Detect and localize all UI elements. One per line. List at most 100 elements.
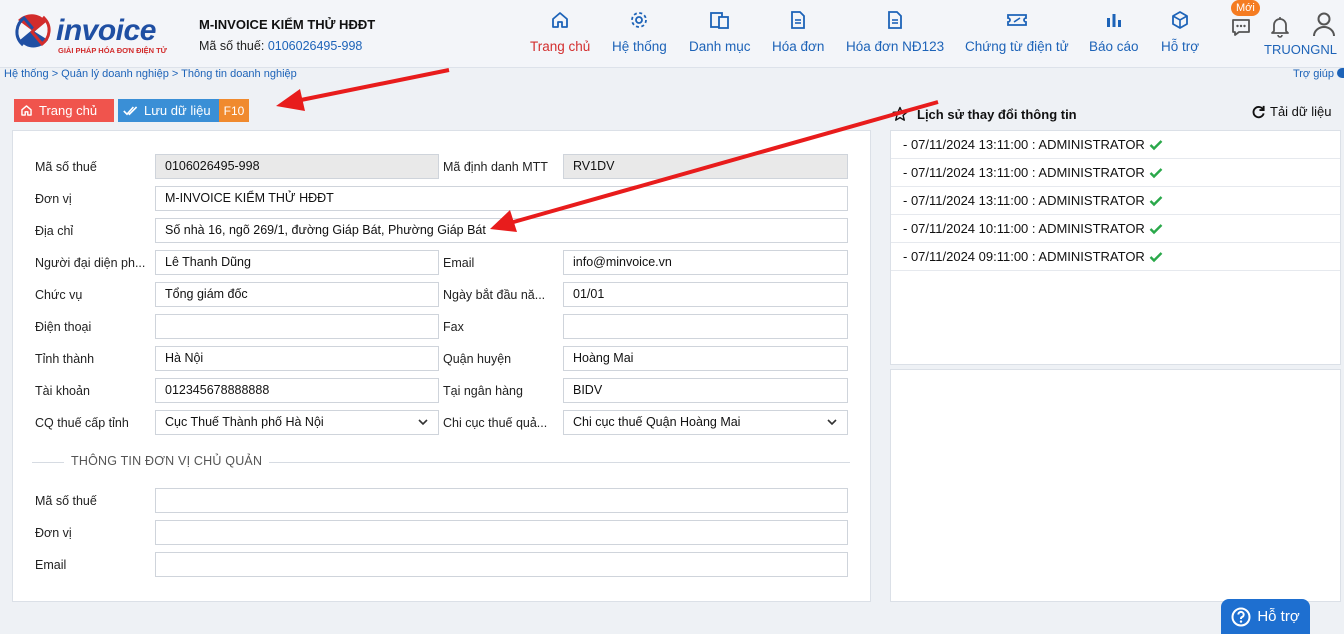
- invoice-icon: [888, 11, 902, 29]
- bank-field[interactable]: BIDV: [563, 378, 848, 403]
- parent-email-field[interactable]: [155, 552, 848, 577]
- parent-tax-code-label: Mã số thuế: [35, 494, 97, 508]
- chat-icon: [1232, 19, 1250, 36]
- parent-unit-section-title: THÔNG TIN ĐƠN VỊ CHỦ QUẢN: [64, 454, 270, 468]
- position-field[interactable]: Tổng giám đốc: [155, 282, 439, 307]
- save-shortcut-key: F10: [219, 99, 249, 122]
- history-item[interactable]: - 07/11/2024 13:11:00 : ADMINISTRATOR: [891, 187, 1340, 215]
- home-button[interactable]: Trang chủ: [14, 99, 114, 122]
- start-date-label: Ngày bắt đầu nă...: [443, 288, 546, 302]
- history-item[interactable]: - 07/11/2024 13:11:00 : ADMINISTRATOR: [891, 131, 1340, 159]
- nav-invoice[interactable]: Hóa đơn: [772, 10, 824, 54]
- history-title: Lịch sử thay đổi thông tin: [917, 107, 1077, 122]
- start-date-field[interactable]: 01/01: [563, 282, 848, 307]
- logo-mark-icon: [15, 14, 51, 48]
- representative-field[interactable]: Lê Thanh Dũng: [155, 250, 439, 275]
- address-field[interactable]: Số nhà 16, ngõ 269/1, đường Giáp Bát, Ph…: [155, 218, 848, 243]
- chat-button[interactable]: [1230, 16, 1252, 41]
- email-label: Email: [443, 256, 475, 270]
- history-item[interactable]: - 07/11/2024 09:11:00 : ADMINISTRATOR: [891, 243, 1340, 271]
- support-chat-button[interactable]: Hỗ trợ: [1221, 599, 1310, 634]
- company-tax-value: 0106026495-998: [267, 39, 363, 53]
- reload-label: Tải dữ liệu: [1270, 104, 1332, 119]
- district-field[interactable]: Hoàng Mai: [563, 346, 848, 371]
- logo-text: invoice: [56, 14, 156, 47]
- nav-invoice-nd123[interactable]: Hóa đơn NĐ123: [846, 10, 944, 54]
- double-check-icon: [123, 105, 138, 115]
- company-info: M-INVOICE KIỂM THỬ HĐĐT Mã số thuế: 0106…: [199, 17, 375, 53]
- province-field[interactable]: Hà Nội: [155, 346, 439, 371]
- history-item-text: - 07/11/2024 10:11:00 : ADMINISTRATOR: [903, 220, 1145, 236]
- home-button-label: Trang chủ: [39, 103, 98, 118]
- phone-label: Điện thoại: [35, 320, 92, 334]
- star-icon: [892, 106, 908, 121]
- phone-field[interactable]: [155, 314, 439, 339]
- nav-support-label: Hỗ trợ: [1161, 39, 1200, 54]
- new-badge: Mới: [1231, 0, 1260, 16]
- help-link-label: Trợ giúp: [1292, 68, 1334, 80]
- home-icon: [552, 12, 569, 28]
- check-icon: [1149, 195, 1163, 206]
- catalog-icon: [709, 12, 729, 29]
- nav-e-voucher[interactable]: Chứng từ điện tử: [965, 10, 1069, 54]
- account-field[interactable]: 012345678888888: [155, 378, 439, 403]
- refresh-icon: [1252, 105, 1265, 119]
- nav-invoice-nd123-label: Hóa đơn NĐ123: [846, 39, 945, 54]
- history-item-text: - 07/11/2024 13:11:00 : ADMINISTRATOR: [903, 136, 1145, 152]
- nav-report[interactable]: Báo cáo: [1089, 10, 1139, 54]
- tax-dept-select[interactable]: Cục Thuế Thành phố Hà Nội: [155, 410, 439, 435]
- invoice-icon: [791, 11, 806, 29]
- cube-icon: [1172, 11, 1188, 29]
- history-item-text: - 07/11/2024 09:11:00 : ADMINISTRATOR: [903, 248, 1145, 264]
- parent-unit-label: Đơn vị: [35, 526, 72, 540]
- province-label: Tỉnh thành: [35, 352, 95, 366]
- chart-icon: [1106, 14, 1121, 27]
- fax-field[interactable]: [563, 314, 848, 339]
- parent-unit-field[interactable]: [155, 520, 848, 545]
- unit-field[interactable]: M-INVOICE KIỂM THỬ HĐĐT: [155, 186, 848, 211]
- user-icon: [1313, 12, 1335, 37]
- notification-button[interactable]: [1268, 14, 1292, 41]
- tax-branch-select[interactable]: Chi cục thuế Quận Hoàng Mai: [563, 410, 848, 435]
- parent-tax-code-field[interactable]: [155, 488, 848, 513]
- nav-support[interactable]: Hỗ trợ: [1161, 10, 1199, 54]
- nav-home[interactable]: Trang chủ: [530, 10, 590, 54]
- tax-branch-label: Chi cục thuế quả...: [443, 416, 548, 430]
- history-item[interactable]: - 07/11/2024 13:11:00 : ADMINISTRATOR: [891, 159, 1340, 187]
- home-icon: [21, 105, 32, 116]
- account-label: Tài khoản: [35, 384, 90, 398]
- reload-button[interactable]: Tải dữ liệu: [1251, 104, 1331, 119]
- chevron-down-icon: [418, 419, 428, 426]
- history-item-text: - 07/11/2024 13:11:00 : ADMINISTRATOR: [903, 164, 1145, 180]
- chevron-down-icon: [827, 419, 837, 426]
- help-link[interactable]: Trợ giúp: [1293, 68, 1344, 80]
- nav-system[interactable]: Hệ thống: [612, 10, 667, 54]
- breadcrumb[interactable]: Hệ thống > Quản lý doanh nghiệp > Thông …: [4, 68, 297, 80]
- tax-code-field: 0106026495-998: [155, 154, 439, 179]
- nav-system-label: Hệ thống: [612, 39, 667, 54]
- nav-catalog-label: Danh mục: [689, 39, 751, 54]
- nav-catalog[interactable]: Danh mục: [689, 10, 751, 54]
- support-chat-label: Hỗ trợ: [1257, 608, 1300, 625]
- bank-label: Tại ngân hàng: [443, 384, 523, 398]
- bell-icon: [1271, 17, 1289, 38]
- save-button[interactable]: Lưu dữ liệu F10: [118, 99, 249, 122]
- user-menu-button[interactable]: [1311, 10, 1337, 41]
- check-icon: [1149, 223, 1163, 234]
- check-icon: [1149, 251, 1163, 262]
- voucher-icon: [1006, 14, 1027, 26]
- brand-logo[interactable]: invoice GIẢI PHÁP HÓA ĐƠN ĐIỆN TỬ: [12, 8, 177, 56]
- unit-label: Đơn vị: [35, 192, 72, 206]
- history-detail-panel: [890, 369, 1341, 602]
- email-field[interactable]: info@minvoice.vn: [563, 250, 848, 275]
- fax-label: Fax: [443, 320, 464, 334]
- question-circle-icon: [1231, 607, 1251, 626]
- nav-report-label: Báo cáo: [1089, 39, 1139, 54]
- username[interactable]: TRUONGNL: [1264, 42, 1337, 57]
- tax-dept-value: Cục Thuế Thành phố Hà Nội: [165, 415, 324, 429]
- history-item[interactable]: - 07/11/2024 10:11:00 : ADMINISTRATOR: [891, 215, 1340, 243]
- position-label: Chức vụ: [35, 288, 83, 302]
- app-header: invoice GIẢI PHÁP HÓA ĐƠN ĐIỆN TỬ M-INVO…: [0, 0, 1344, 68]
- company-tax-label: Mã số thuế:: [199, 39, 265, 53]
- tax-branch-value: Chi cục thuế Quận Hoàng Mai: [573, 415, 741, 429]
